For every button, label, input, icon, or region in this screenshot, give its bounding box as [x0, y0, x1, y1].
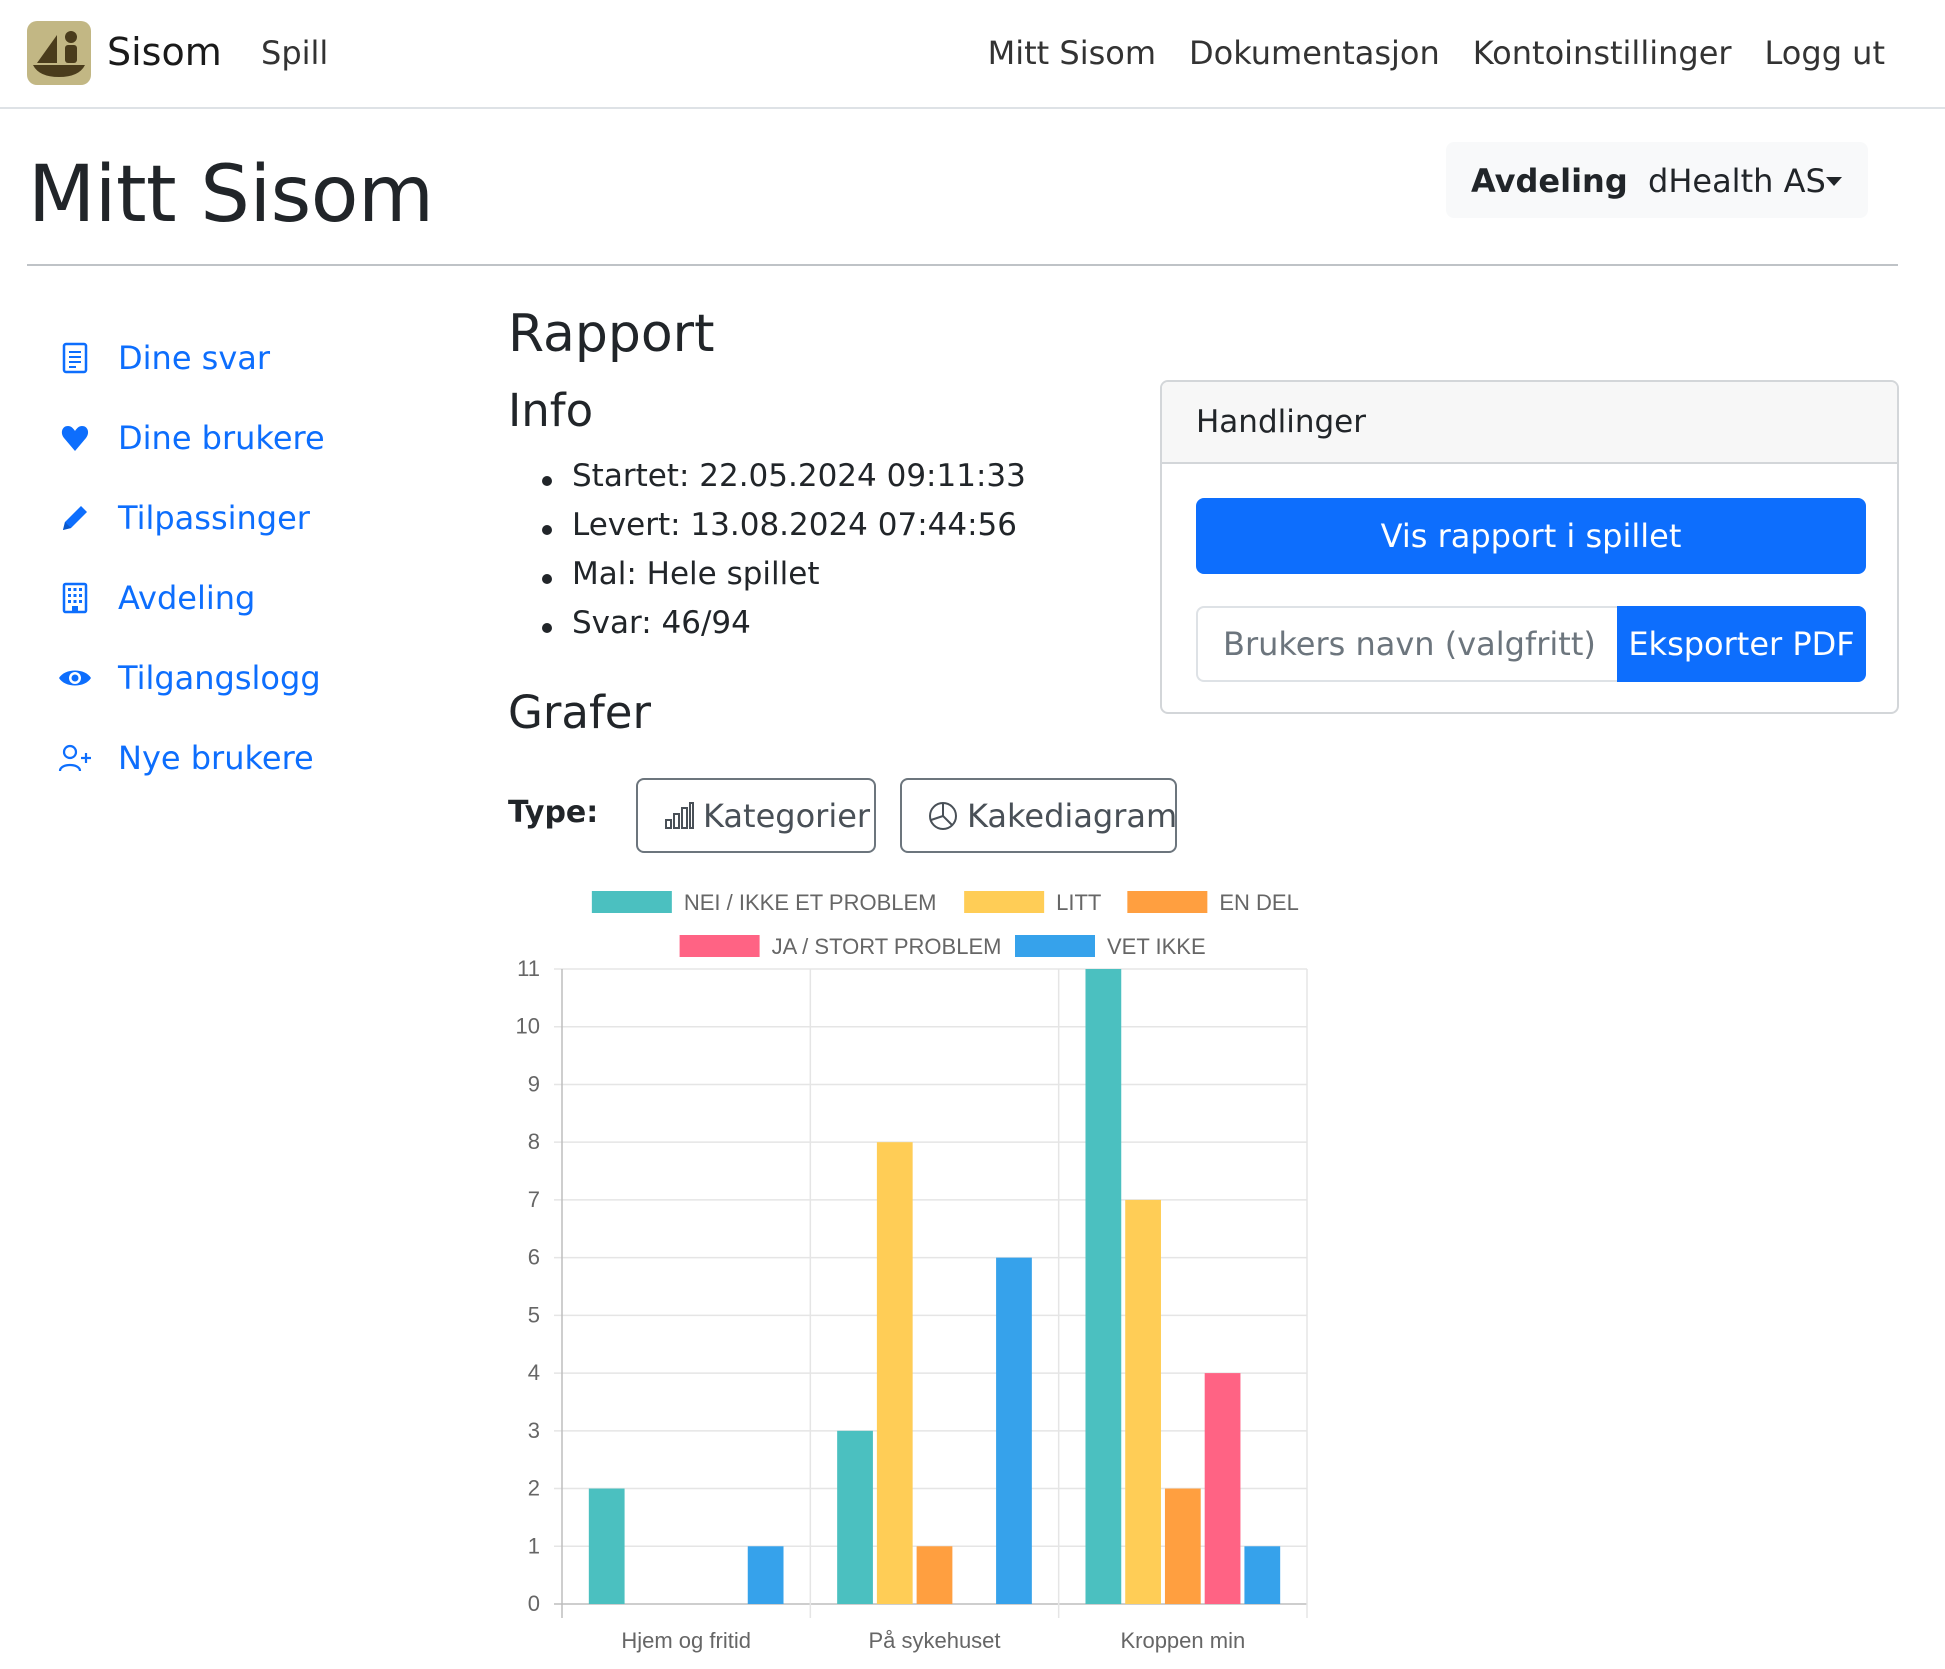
- category-bar-chart: 0 1 2 3 4 5 6 7 8 9 10 11 Hjem og fritid På sykehuset…: [500, 870, 1330, 1669]
- caret-down-icon[interactable]: [1826, 177, 1842, 186]
- sidebar-item-label[interactable]: Dine svar: [118, 339, 270, 377]
- sidebar-item-label[interactable]: Avdeling: [118, 579, 255, 617]
- x-tick-label: Hjem og fritid: [621, 1628, 751, 1653]
- pie-chart-button[interactable]: Kakediagram: [900, 778, 1177, 853]
- info-item-delivered: Levert: 13.08.2024 07:44:56: [542, 507, 1026, 556]
- user-name-input[interactable]: [1196, 606, 1618, 682]
- sidebar-item-tilpassinger[interactable]: Tilpassinger: [58, 478, 325, 558]
- bar: [876, 1142, 913, 1604]
- export-pdf-button[interactable]: Eksporter PDF: [1617, 606, 1866, 682]
- type-label: Type:: [508, 795, 599, 830]
- y-tick-label: 7: [528, 1187, 540, 1212]
- info-item-started: Startet: 22.05.2024 09:11:33: [542, 458, 1026, 507]
- department-dropdown[interactable]: Avdeling dHealth AS: [1446, 142, 1868, 218]
- legend-label: LITT: [1056, 890, 1101, 915]
- eye-icon: [58, 661, 92, 695]
- bar: [588, 1488, 625, 1604]
- graphs-heading: Grafer: [508, 686, 651, 739]
- categories-button-label: Kategorier: [703, 796, 871, 835]
- actions-card-title: Handlinger: [1162, 382, 1897, 464]
- x-tick-label: Kroppen min: [1120, 1628, 1245, 1653]
- sidebar-item-label[interactable]: Tilgangslogg: [118, 659, 321, 697]
- nav-link-kontoinstillinger[interactable]: Kontoinstillinger: [1473, 34, 1732, 72]
- sidebar-item-label[interactable]: Nye brukere: [118, 739, 314, 777]
- add-user-icon: [58, 741, 92, 775]
- legend-swatch: [679, 935, 760, 957]
- y-tick-label: 9: [528, 1071, 540, 1096]
- bar: [1125, 1199, 1161, 1604]
- navbar: Sisom Spill Mitt Sisom Dokumentasjon Kon…: [0, 0, 1945, 109]
- legend-swatch: [964, 891, 1045, 913]
- legend-swatch: [1015, 935, 1095, 957]
- nav-link-dokumentasjon[interactable]: Dokumentasjon: [1189, 34, 1440, 72]
- sidebar-item-label[interactable]: Dine brukere: [118, 419, 325, 457]
- info-item-template: Mal: Hele spillet: [542, 556, 1026, 605]
- header-divider: [27, 264, 1898, 266]
- show-report-in-game-button[interactable]: Vis rapport i spillet: [1196, 498, 1866, 574]
- legend-swatch: [1127, 891, 1208, 913]
- legend-swatch: [591, 891, 672, 913]
- department-label: Avdeling: [1471, 162, 1628, 200]
- bar: [747, 1546, 784, 1604]
- bar-chart-svg: 0 1 2 3 4 5 6 7 8 9 10 11 Hjem og fritid På sykehuset…: [516, 890, 1308, 1653]
- y-tick-label: 5: [528, 1302, 540, 1327]
- info-list: Startet: 22.05.2024 09:11:33 Levert: 13.…: [542, 458, 1026, 654]
- building-icon: [58, 581, 92, 615]
- nav-right: Mitt Sisom Dokumentasjon Kontoinstilling…: [988, 34, 1885, 72]
- bar: [1244, 1546, 1281, 1604]
- y-tick-label: 3: [528, 1418, 540, 1443]
- legend-label: NEI / IKKE ET PROBLEM: [684, 890, 937, 915]
- sidebar-item-avdeling[interactable]: Avdeling: [58, 558, 325, 638]
- sidebar-item-tilgangslogg[interactable]: Tilgangslogg: [58, 638, 325, 718]
- bar: [1164, 1488, 1201, 1604]
- heart-icon: [58, 421, 92, 455]
- y-tick-label: 10: [516, 1014, 540, 1039]
- pencil-icon: [58, 501, 92, 535]
- bar: [1204, 1373, 1241, 1604]
- nav-link-mitt-sisom[interactable]: Mitt Sisom: [988, 34, 1156, 72]
- sidebar-item-nye-brukere[interactable]: Nye brukere: [58, 718, 325, 798]
- brand-name[interactable]: Sisom: [107, 30, 222, 74]
- y-tick-label: 8: [528, 1129, 540, 1154]
- nav-link-logg-ut[interactable]: Logg ut: [1765, 34, 1885, 72]
- document-icon: [58, 341, 92, 375]
- sidebar-item-label[interactable]: Tilpassinger: [118, 499, 310, 537]
- bar: [1085, 969, 1122, 1604]
- y-tick-label: 2: [528, 1476, 540, 1501]
- pie-chart-icon: [927, 800, 959, 832]
- y-tick-label: 6: [528, 1245, 540, 1270]
- department-value[interactable]: dHealth AS: [1648, 162, 1826, 200]
- bar: [996, 1257, 1032, 1604]
- bar: [837, 1430, 873, 1604]
- sidebar-item-dine-svar[interactable]: Dine svar: [58, 318, 325, 398]
- info-item-answers: Svar: 46/94: [542, 605, 1026, 654]
- sidebar: Dine svar Dine brukere Tilpassinger Avde…: [58, 318, 325, 798]
- y-tick-label: 0: [528, 1591, 540, 1616]
- bar-chart-icon: [663, 800, 695, 832]
- legend-label: EN DEL: [1219, 890, 1298, 915]
- x-tick-label: På sykehuset: [868, 1628, 1000, 1653]
- legend-label: VET IKKE: [1107, 934, 1206, 959]
- pie-chart-button-label: Kakediagram: [967, 796, 1178, 835]
- y-tick-label: 11: [517, 956, 540, 981]
- sisom-logo-icon[interactable]: [27, 21, 91, 85]
- info-heading: Info: [508, 384, 594, 437]
- page-title: Mitt Sisom: [28, 150, 434, 240]
- report-title: Rapport: [508, 304, 715, 364]
- actions-card: Handlinger Vis rapport i spillet Eksport…: [1160, 380, 1899, 714]
- sidebar-item-dine-brukere[interactable]: Dine brukere: [58, 398, 325, 478]
- y-tick-label: 1: [528, 1533, 540, 1558]
- nav-link-spill[interactable]: Spill: [261, 34, 328, 72]
- legend-label: JA / STORT PROBLEM: [772, 934, 1002, 959]
- categories-button[interactable]: Kategorier: [636, 778, 876, 853]
- bar: [916, 1546, 953, 1604]
- y-tick-label: 4: [528, 1360, 540, 1385]
